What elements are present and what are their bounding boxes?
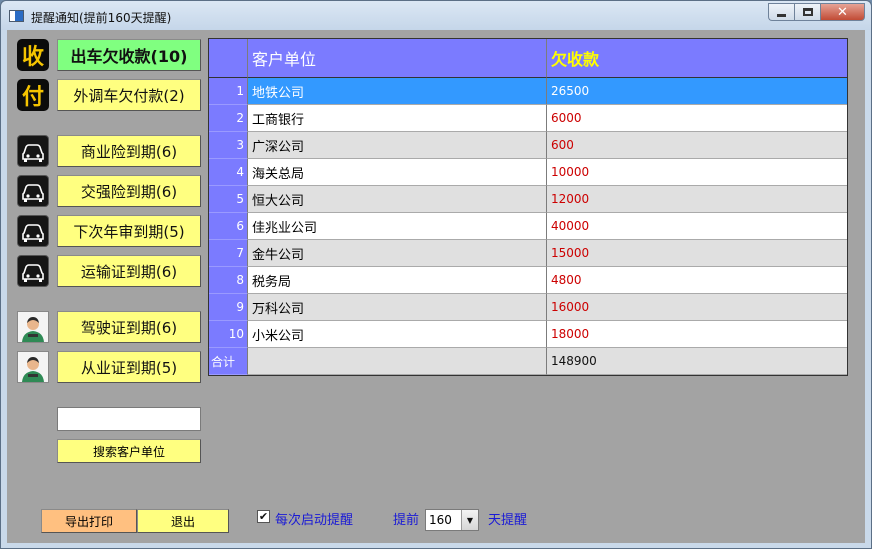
customer-unit-cell[interactable]: 海关总局 [248,159,547,186]
exit-button[interactable]: 退出 [137,509,229,533]
receivables-grid[interactable]: 客户单位 欠收款 1 地铁公司 26500 2 工商银行 6000 3 广深公司… [208,38,848,376]
driver-license-button[interactable]: 驾驶证到期(6) [57,311,201,343]
row-number: 6 [209,213,248,240]
header-customer-unit[interactable]: 客户单位 [248,39,547,78]
table-row[interactable]: 7 金牛公司 15000 [209,240,847,267]
days-value: 160 [429,513,452,527]
commercial-insurance-button[interactable]: 商业险到期(6) [57,135,201,167]
chevron-down-icon[interactable]: ▼ [461,510,478,530]
ahead-label: 提前 [393,513,420,528]
driver-icon [17,311,49,343]
row-number: 9 [209,294,248,321]
maximize-icon [802,8,813,16]
days-select[interactable]: 160 ▼ [425,509,479,531]
search-customer-button[interactable]: 搜索客户单位 [57,439,201,463]
header-row-number [209,39,248,78]
maximize-button[interactable] [794,3,820,21]
total-row: 合计 148900 [209,348,847,375]
customer-unit-cell[interactable]: 万科公司 [248,294,547,321]
table-row[interactable]: 8 税务局 4800 [209,267,847,294]
total-amount: 148900 [547,348,847,375]
startup-reminder-checkbox[interactable]: ✔ [257,510,270,523]
table-row[interactable]: 1 地铁公司 26500 [209,78,847,105]
customer-unit-cell[interactable]: 佳兆业公司 [248,213,547,240]
row-number: 7 [209,240,248,267]
grid-header-row: 客户单位 欠收款 [209,39,847,78]
car-icon [17,175,49,207]
table-row[interactable]: 10 小米公司 18000 [209,321,847,348]
export-print-button[interactable]: 导出打印 [41,509,137,533]
amount-cell[interactable]: 4800 [547,267,847,294]
customer-unit-cell[interactable]: 恒大公司 [248,186,547,213]
row-number: 4 [209,159,248,186]
title-bar[interactable]: 提醒通知(提前160天提醒) ✕ [1,1,871,30]
pay-badge-icon: 付 [17,79,49,111]
total-unit-cell [248,348,547,375]
amount-cell[interactable]: 16000 [547,294,847,321]
table-row[interactable]: 4 海关总局 10000 [209,159,847,186]
window-controls: ✕ [768,3,865,21]
annual-inspection-button[interactable]: 下次年审到期(5) [57,215,201,247]
amount-cell[interactable]: 12000 [547,186,847,213]
amount-cell[interactable]: 26500 [547,78,847,105]
table-row[interactable]: 3 广深公司 600 [209,132,847,159]
window-title: 提醒通知(提前160天提醒) [31,11,172,25]
customer-unit-cell[interactable]: 金牛公司 [248,240,547,267]
amount-cell[interactable]: 6000 [547,105,847,132]
car-icon [17,255,49,287]
amount-cell[interactable]: 10000 [547,159,847,186]
row-number: 3 [209,132,248,159]
customer-unit-cell[interactable]: 地铁公司 [248,78,547,105]
customer-unit-cell[interactable]: 税务局 [248,267,547,294]
driver-icon [17,351,49,383]
car-icon [17,135,49,167]
total-label: 合计 [209,348,248,375]
customer-unit-cell[interactable]: 广深公司 [248,132,547,159]
days-suffix-label: 天提醒 [488,513,528,528]
startup-reminder-label[interactable]: 每次启动提醒 [275,509,353,528]
table-row[interactable]: 5 恒大公司 12000 [209,186,847,213]
table-row[interactable]: 2 工商银行 6000 [209,105,847,132]
row-number: 1 [209,78,248,105]
row-number: 2 [209,105,248,132]
transport-permit-button[interactable]: 运输证到期(6) [57,255,201,287]
qualification-cert-button[interactable]: 从业证到期(5) [57,351,201,383]
amount-cell[interactable]: 40000 [547,213,847,240]
minimize-icon [777,13,786,17]
table-row[interactable]: 6 佳兆业公司 40000 [209,213,847,240]
client-area: 收 付 出车欠收款(10) 外调车欠付款(2) 商业险到期(6) 交强险到期(6… [7,30,865,543]
close-icon: ✕ [837,4,848,20]
header-amount-due[interactable]: 欠收款 [547,39,847,78]
row-number: 8 [209,267,248,294]
row-number: 5 [209,186,248,213]
amount-cell[interactable]: 15000 [547,240,847,267]
car-icon [17,215,49,247]
compulsory-insurance-button[interactable]: 交强险到期(6) [57,175,201,207]
unpaid-receivables-button[interactable]: 出车欠收款(10) [57,39,201,71]
receive-badge-icon: 收 [17,39,49,71]
minimize-button[interactable] [768,3,794,21]
app-window: 提醒通知(提前160天提醒) ✕ 收 付 出车欠收款(10) 外调车欠付款(2)… [0,0,872,549]
customer-unit-cell[interactable]: 工商银行 [248,105,547,132]
app-icon [9,10,24,22]
customer-unit-cell[interactable]: 小米公司 [248,321,547,348]
table-row[interactable]: 9 万科公司 16000 [209,294,847,321]
outsourced-payables-button[interactable]: 外调车欠付款(2) [57,79,201,111]
search-input[interactable] [57,407,201,431]
amount-cell[interactable]: 18000 [547,321,847,348]
close-button[interactable]: ✕ [820,3,865,21]
row-number: 10 [209,321,248,348]
amount-cell[interactable]: 600 [547,132,847,159]
